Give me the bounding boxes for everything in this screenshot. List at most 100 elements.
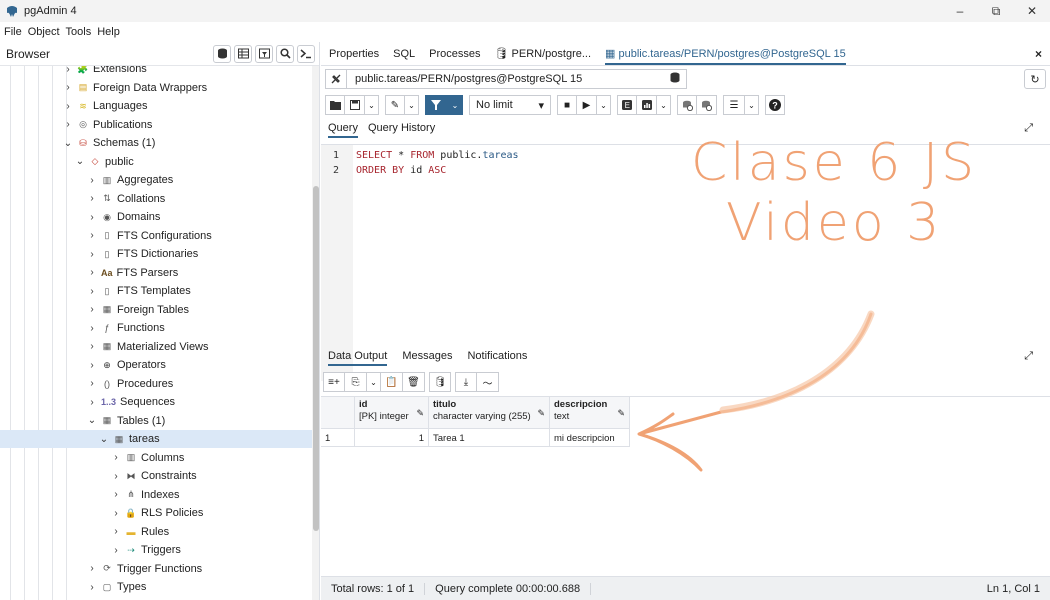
tree-node-aggregates[interactable]: › ▥ Aggregates [0, 171, 312, 189]
chevron-right-icon[interactable]: › [86, 193, 98, 204]
commit-icon[interactable] [677, 95, 697, 115]
tree-node-columns[interactable]: › ▥ Columns [0, 449, 312, 467]
chevron-right-icon[interactable]: › [62, 119, 74, 130]
save-dropdown-icon[interactable]: ⌄ [365, 95, 379, 115]
filtered-rows-icon[interactable] [255, 44, 273, 63]
chevron-right-icon[interactable]: › [110, 526, 122, 537]
chevron-right-icon[interactable]: › [86, 563, 98, 574]
close-window-button[interactable]: ✕ [1014, 0, 1050, 22]
column-header[interactable]: descripcion text ✎ [550, 397, 630, 429]
tree-node-fts-configurations[interactable]: › ▯ FTS Configurations [0, 227, 312, 245]
help-icon[interactable]: ? [765, 95, 785, 115]
filter-icon[interactable] [425, 95, 447, 115]
explain-analyze-icon[interactable] [637, 95, 657, 115]
search-icon[interactable] [276, 44, 294, 63]
cell-id[interactable]: 1 [355, 429, 429, 447]
chevron-right-icon[interactable]: › [86, 582, 98, 593]
chevron-right-icon[interactable]: › [110, 508, 122, 519]
tree-node-rls-policies[interactable]: › 🔒 RLS Policies [0, 504, 312, 522]
chevron-right-icon[interactable]: › [110, 452, 122, 463]
open-file-icon[interactable] [325, 95, 345, 115]
tree-node-languages[interactable]: › ≋ Languages [0, 97, 312, 115]
tab-processes[interactable]: Processes [429, 48, 480, 60]
chevron-down-icon[interactable]: ⌄ [86, 415, 98, 426]
tree-node-fts-parsers[interactable]: › Aa FTS Parsers [0, 264, 312, 282]
chevron-right-icon[interactable]: › [62, 66, 74, 75]
tree-node-extensions[interactable]: › 🧩 Extensions [0, 66, 312, 78]
tab-query[interactable]: Query [328, 122, 358, 138]
psql-tool-icon[interactable] [297, 44, 315, 63]
chevron-right-icon[interactable]: › [86, 341, 98, 352]
tab-notifications[interactable]: Notifications [467, 350, 527, 366]
add-row-icon[interactable]: ≡+ [323, 372, 345, 392]
stop-icon[interactable]: ■ [557, 95, 577, 115]
connection-status-icon[interactable] [325, 69, 347, 89]
save-file-icon[interactable] [345, 95, 365, 115]
tab-psql[interactable]: 🛢 PERN/postgre... [495, 47, 592, 60]
save-data-icon[interactable]: 🛢 [429, 372, 451, 392]
menu-file[interactable]: File [4, 26, 22, 38]
tree-node-domains[interactable]: › ◉ Domains [0, 208, 312, 226]
tree-node-materialized-views[interactable]: › ▦ Materialized Views [0, 338, 312, 356]
chevron-right-icon[interactable]: › [110, 471, 122, 482]
close-tab-icon[interactable]: × [1035, 47, 1042, 61]
chevron-right-icon[interactable]: › [62, 101, 74, 112]
tab-properties[interactable]: Properties [329, 48, 379, 60]
tree-node-types[interactable]: › ▢ Types [0, 578, 312, 596]
delete-icon[interactable]: 🗑 [403, 372, 425, 392]
rollback-icon[interactable] [697, 95, 717, 115]
tree-node-schemas-1[interactable]: ⌄ ⛁ Schemas (1) [0, 134, 312, 152]
tree-node-public[interactable]: ⌄ ◇ public [0, 153, 312, 171]
edit-icon[interactable]: ✎ [385, 95, 405, 115]
chevron-right-icon[interactable]: › [86, 267, 98, 278]
edit-dropdown-icon[interactable]: ⌄ [405, 95, 419, 115]
tree-node-sequences[interactable]: › 1..3 Sequences [0, 393, 312, 411]
column-header[interactable]: titulo character varying (255) ✎ [429, 397, 550, 429]
cell-descripcion[interactable]: mi descripcion [550, 429, 630, 447]
tree-node-rules[interactable]: › ▬ Rules [0, 523, 312, 541]
menu-tools[interactable]: Tools [66, 26, 92, 38]
row-limit-select[interactable]: No limit ▾ [469, 95, 551, 115]
tree-node-publications[interactable]: › ◎ Publications [0, 116, 312, 134]
tree-node-procedures[interactable]: › () Procedures [0, 375, 312, 393]
tree-node-functions[interactable]: › ƒ Functions [0, 319, 312, 337]
tree-node-fts-dictionaries[interactable]: › ▯ FTS Dictionaries [0, 245, 312, 263]
execute-dropdown-icon[interactable]: ⌄ [597, 95, 611, 115]
filter-dropdown-icon[interactable]: ⌄ [447, 95, 463, 115]
tree-node-triggers[interactable]: › ⇢ Triggers [0, 541, 312, 559]
view-data-icon[interactable] [234, 44, 252, 63]
tree-node-foreign-data-wrappers[interactable]: › ▤ Foreign Data Wrappers [0, 79, 312, 97]
table-row[interactable]: 1 1 Tarea 1 mi descripcion [321, 429, 630, 447]
query-tool-icon[interactable] [213, 44, 231, 63]
tree-node-indexes[interactable]: › ⋔ Indexes [0, 486, 312, 504]
cell-titulo[interactable]: Tarea 1 [429, 429, 550, 447]
tree-node-trigger-functions[interactable]: › ⟳ Trigger Functions [0, 560, 312, 578]
chevron-right-icon[interactable]: › [86, 249, 98, 260]
tab-sql[interactable]: SQL [393, 48, 415, 60]
chevron-right-icon[interactable]: › [86, 304, 98, 315]
chevron-down-icon[interactable]: ⌄ [98, 434, 110, 445]
tree-node-operators[interactable]: › ⊕ Operators [0, 356, 312, 374]
tab-data-output[interactable]: Data Output [328, 350, 388, 366]
graph-visualiser-icon[interactable]: 〜 [477, 372, 499, 392]
copy-dropdown-icon[interactable]: ⌄ [367, 372, 381, 392]
tree-node-tareas[interactable]: ⌄ ▦ tareas [0, 430, 312, 448]
browser-scrollbar[interactable] [312, 66, 319, 600]
tree-node-tables-1[interactable]: ⌄ ▦ Tables (1) [0, 412, 312, 430]
chevron-right-icon[interactable]: › [86, 397, 98, 408]
tree-node-collations[interactable]: › ⇅ Collations [0, 190, 312, 208]
macros-icon[interactable]: ☰ [723, 95, 745, 115]
sql-editor[interactable]: 1 2 SELECT * FROM public.tareas ORDER BY… [321, 133, 1050, 381]
browser-scrollbar-thumb[interactable] [313, 186, 319, 531]
download-icon[interactable]: ⤓ [455, 372, 477, 392]
chevron-right-icon[interactable]: › [110, 545, 122, 556]
chevron-down-icon[interactable]: ⌄ [74, 156, 86, 167]
tree-node-constraints[interactable]: › ⧓ Constraints [0, 467, 312, 485]
expand-icon[interactable]: ⤢ [1024, 350, 1033, 363]
chevron-right-icon[interactable]: › [110, 489, 122, 500]
tab-messages[interactable]: Messages [402, 350, 452, 366]
refresh-icon[interactable]: ↻ [1024, 69, 1046, 89]
tab-query-tool[interactable]: ▦ public.tareas/PERN/postgres@PostgreSQL… [605, 47, 846, 65]
chevron-right-icon[interactable]: › [86, 230, 98, 241]
tab-query-history[interactable]: Query History [368, 122, 435, 138]
